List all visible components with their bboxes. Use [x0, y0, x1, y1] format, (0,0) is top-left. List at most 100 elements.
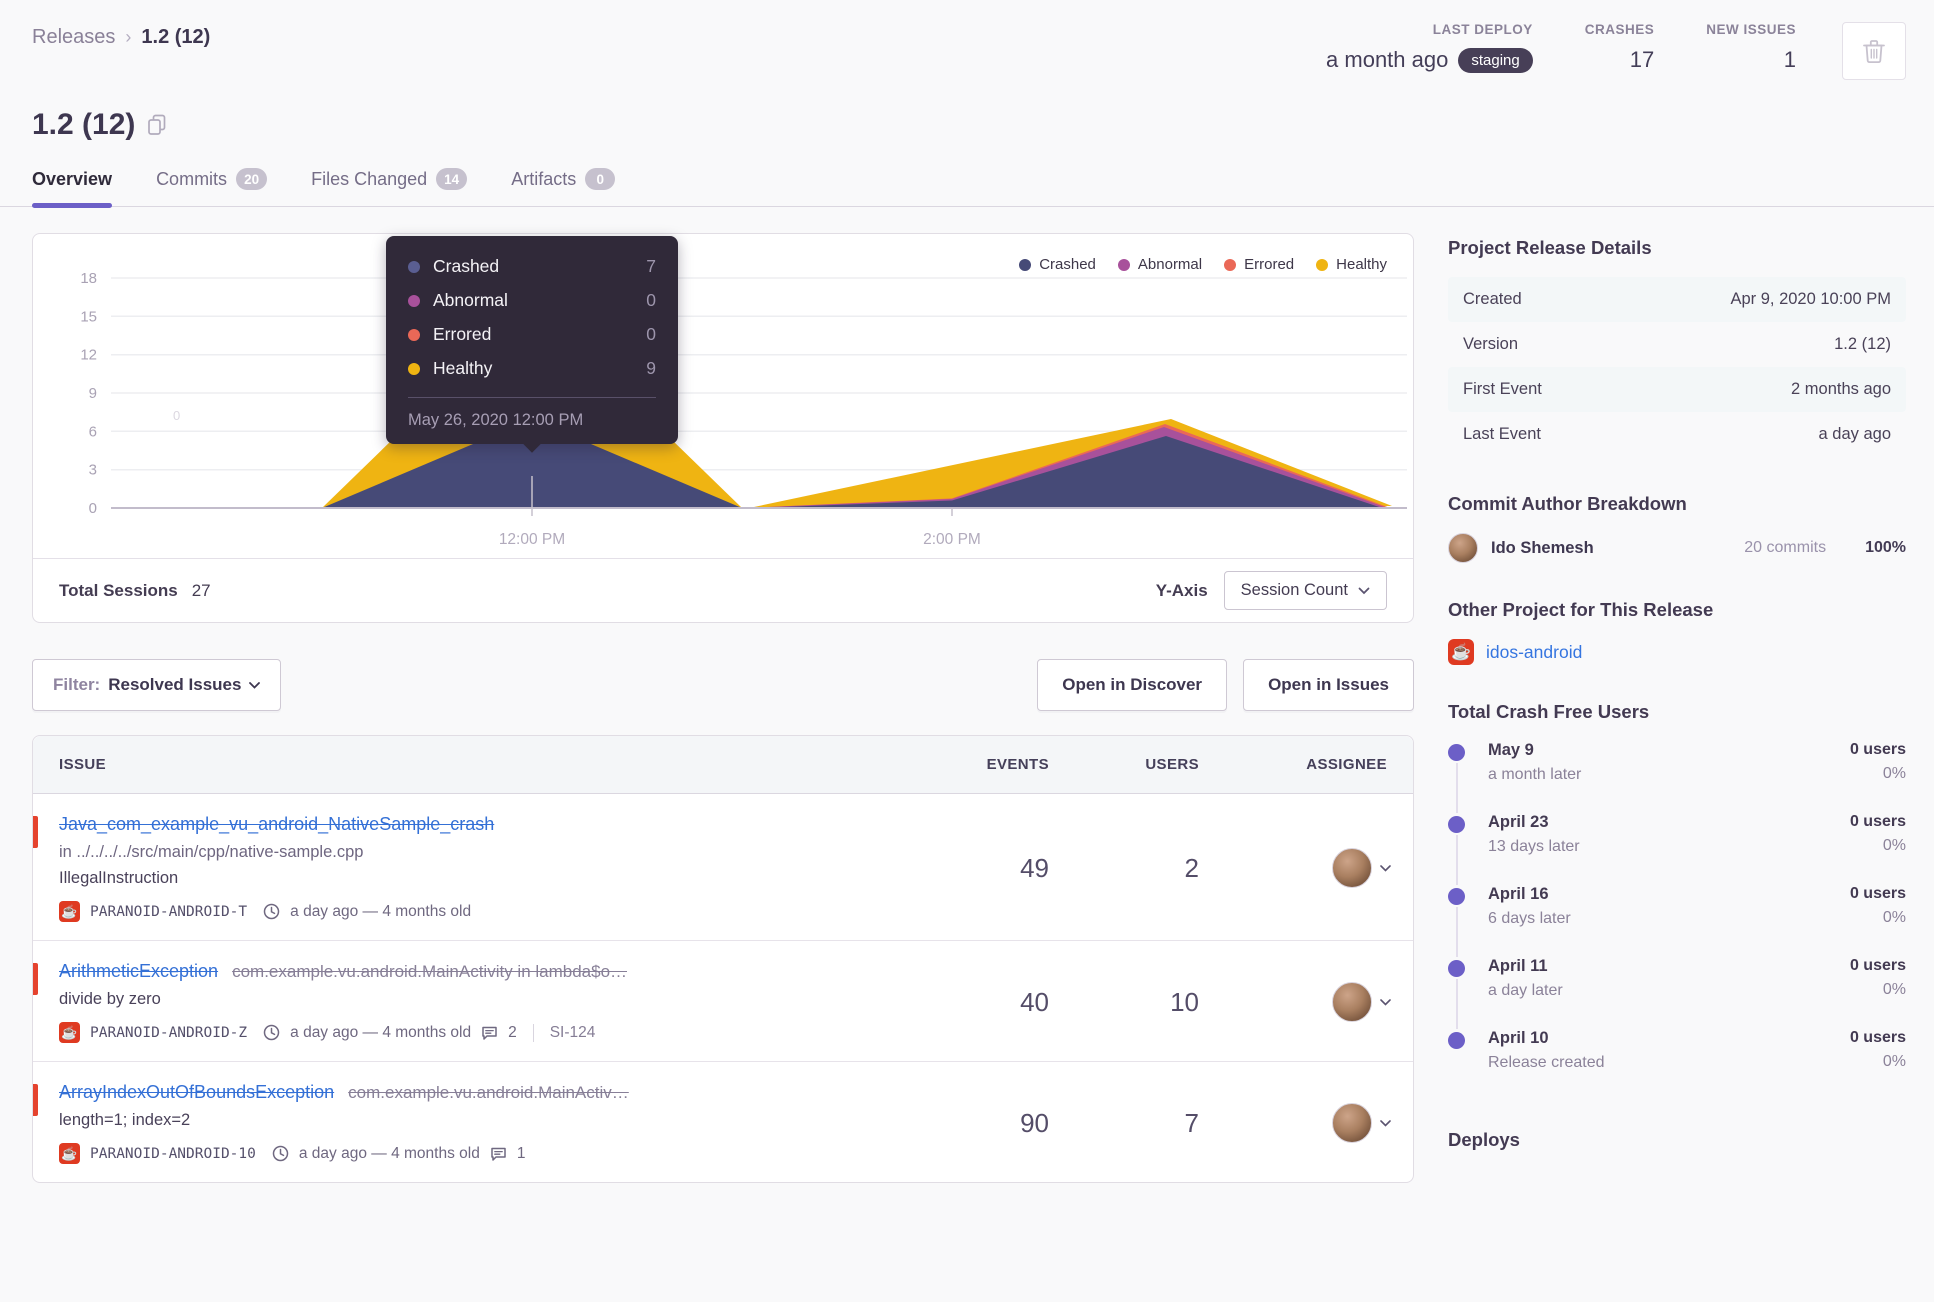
legend-crashed-label: Crashed — [1039, 256, 1096, 273]
sessions-chart[interactable]: 18 15 12 9 6 3 0 0 12:00 PM 2:00 PM Cras… — [33, 234, 1413, 558]
project-slug[interactable]: PARANOID-ANDROID-Z — [90, 1025, 247, 1041]
trash-icon — [1863, 40, 1885, 63]
assignee-avatar[interactable] — [1332, 982, 1372, 1022]
author-row: Ido Shemesh 20 commits 100% — [1448, 533, 1906, 563]
timeline-percent: 0% — [1882, 909, 1906, 926]
copy-version-icon[interactable] — [147, 114, 167, 136]
commit-author-breakdown: Commit Author Breakdown Ido Shemesh 20 c… — [1448, 493, 1906, 563]
detail-value: Apr 9, 2020 10:00 PM — [1730, 290, 1891, 308]
timeline-users: 0 users — [1849, 885, 1906, 902]
tab-artifacts[interactable]: Artifacts 0 — [511, 168, 616, 206]
legend-crashed[interactable]: Crashed — [1019, 256, 1096, 273]
open-in-discover-button[interactable]: Open in Discover — [1037, 659, 1228, 711]
detail-value: 2 months ago — [1791, 380, 1891, 398]
issue-age: a day ago — 4 months old — [290, 1023, 472, 1041]
timeline-sub: a month later — [1488, 766, 1582, 783]
detail-last-event: Last Event a day ago — [1448, 412, 1906, 457]
tab-files-changed-label: Files Changed — [311, 168, 428, 189]
breadcrumb: Releases › 1.2 (12) — [32, 22, 210, 49]
tab-files-changed-badge: 14 — [436, 168, 468, 190]
author-name: Ido Shemesh — [1491, 538, 1594, 557]
author-avatar — [1448, 533, 1478, 563]
timeline-entry: April 10 Release created 0 users 0% — [1448, 1029, 1906, 1085]
svg-text:18: 18 — [80, 270, 97, 287]
project-slug[interactable]: PARANOID-ANDROID-10 — [90, 1146, 256, 1162]
detail-label: Version — [1463, 335, 1519, 353]
timeline-date: April 10 — [1488, 1029, 1549, 1047]
timeline-entry: May 9 a month later 0 users 0% — [1448, 741, 1906, 813]
issue-users-count: 2 — [1184, 852, 1199, 883]
chevron-down-icon[interactable] — [1380, 1119, 1391, 1127]
tab-artifacts-badge: 0 — [585, 168, 616, 190]
legend-abnormal-dot — [1117, 258, 1130, 271]
chevron-down-icon — [1358, 587, 1370, 594]
open-in-issues-button[interactable]: Open in Issues — [1243, 659, 1414, 711]
filter-prefix: Filter: — [53, 675, 101, 694]
detail-version: Version 1.2 (12) — [1448, 322, 1906, 367]
issue-culprit: com.example.vu.android.MainActiv… — [348, 1083, 629, 1102]
filter-value: Resolved Issues — [108, 675, 242, 694]
x-axis-labels: 12:00 PM 2:00 PM — [499, 531, 981, 548]
assignee-avatar[interactable] — [1332, 1103, 1372, 1143]
timeline-dot — [1448, 816, 1465, 833]
other-project-link[interactable]: idos-android — [1486, 642, 1582, 663]
issue-title-link[interactable]: ArithmeticException — [59, 961, 218, 982]
chevron-down-icon[interactable] — [1380, 998, 1391, 1006]
stat-new-issues: NEW ISSUES 1 — [1706, 22, 1796, 73]
detail-label: First Event — [1463, 380, 1542, 398]
legend-crashed-dot — [1019, 258, 1032, 271]
col-issue: Issue — [59, 756, 107, 773]
project-slug[interactable]: PARANOID-ANDROID-T — [90, 904, 247, 920]
total-sessions-value: 27 — [191, 580, 211, 600]
comments-count: 2 — [508, 1023, 517, 1041]
issue-culprit: com.example.vu.android.MainActivity in l… — [232, 962, 628, 981]
detail-value: 1.2 (12) — [1834, 335, 1891, 353]
breadcrumb-current: 1.2 (12) — [141, 26, 211, 48]
tab-commits-badge: 20 — [236, 168, 268, 190]
java-platform-icon: ☕ — [1448, 639, 1474, 665]
unhandled-indicator — [33, 816, 38, 848]
stat-last-deploy-value: a month ago — [1326, 47, 1449, 72]
issue-title-link[interactable]: ArrayIndexOutOfBoundsException — [59, 1082, 334, 1103]
breadcrumb-releases-link[interactable]: Releases — [32, 26, 115, 49]
issue-title-link[interactable]: Java_com_example_vu_android_NativeSample… — [59, 814, 494, 835]
legend-healthy-dot — [1316, 258, 1329, 271]
col-events: Events — [986, 756, 1049, 773]
tooltip-healthy-value: 9 — [646, 358, 656, 378]
delete-release-button[interactable] — [1842, 22, 1906, 80]
other-project-section: Other Project for This Release ☕ idos-an… — [1448, 599, 1906, 665]
tab-files-changed[interactable]: Files Changed 14 — [311, 168, 468, 206]
legend-healthy-label: Healthy — [1336, 256, 1387, 273]
java-platform-icon: ☕ — [59, 901, 80, 922]
issues-filter-dropdown[interactable]: Filter: Resolved Issues — [32, 659, 282, 711]
release-tabs: Overview Commits 20 Files Changed 14 Art… — [0, 168, 1934, 208]
stat-crashes-value: 17 — [1629, 47, 1655, 72]
svg-text:6: 6 — [89, 423, 97, 440]
detail-label: Created — [1463, 290, 1522, 308]
tooltip-abnormal-label: Abnormal — [433, 290, 508, 310]
timeline-percent: 0% — [1882, 981, 1906, 998]
legend-abnormal[interactable]: Abnormal — [1117, 256, 1202, 273]
tab-commits[interactable]: Commits 20 — [156, 168, 268, 206]
sessions-chart-svg: 18 15 12 9 6 3 0 0 12:00 PM 2:00 PM — [80, 270, 1407, 548]
tooltip-date: May 26, 2020 12:00 PM — [408, 397, 656, 430]
chevron-down-icon — [249, 681, 261, 689]
yaxis-select[interactable]: Session Count — [1223, 571, 1387, 610]
y-axis-labels: 18 15 12 9 6 3 0 — [80, 270, 97, 517]
tab-overview-label: Overview — [32, 168, 113, 189]
tooltip-crashed-dot — [408, 260, 420, 273]
chevron-down-icon[interactable] — [1380, 864, 1391, 872]
faint-zero-label: 0 — [173, 408, 180, 423]
crash-free-title: Total Crash Free Users — [1448, 701, 1650, 722]
authors-title: Commit Author Breakdown — [1448, 493, 1687, 514]
legend-errored[interactable]: Errored — [1224, 256, 1294, 273]
tab-overview[interactable]: Overview — [32, 168, 113, 208]
assignee-avatar[interactable] — [1332, 848, 1372, 888]
legend-healthy[interactable]: Healthy — [1316, 256, 1387, 273]
breadcrumb-chevron-icon: › — [125, 27, 132, 47]
tooltip-errored-label: Errored — [433, 324, 492, 344]
issue-subtitle: IllegalInstruction — [59, 869, 179, 887]
svg-text:12:00 PM: 12:00 PM — [499, 531, 565, 548]
crash-free-users-section: Total Crash Free Users May 9 a month lat… — [1448, 701, 1906, 1085]
issues-table: Issue Events Users Assignee Java_com_exa… — [32, 735, 1414, 1183]
